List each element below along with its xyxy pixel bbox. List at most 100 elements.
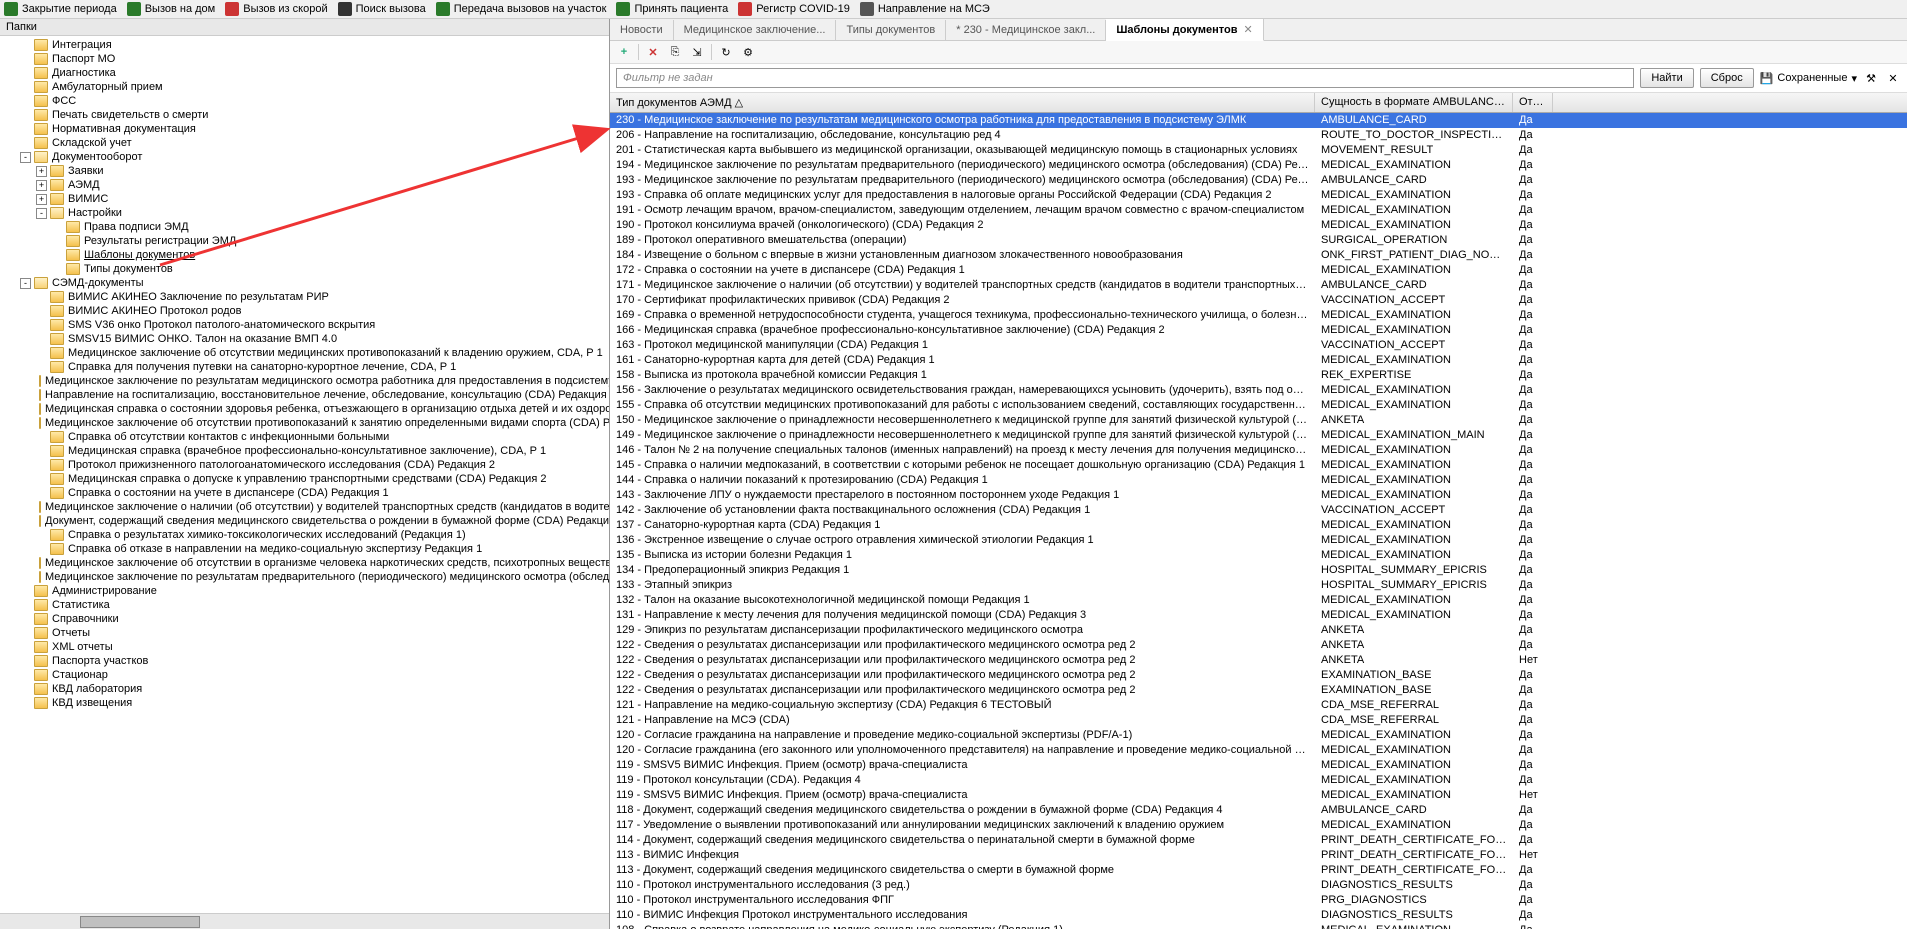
table-row[interactable]: 142 - Заключение об установлении факта п…	[610, 503, 1907, 518]
tree-item[interactable]: Справка об отказе в направлении на медик…	[0, 542, 609, 556]
table-row[interactable]: 136 - Экстренное извещение о случае остр…	[610, 533, 1907, 548]
tree-item[interactable]: Справка об отсутствии контактов с инфекц…	[0, 430, 609, 444]
tree-item[interactable]: Справка о результатах химико-токсикологи…	[0, 528, 609, 542]
tree-item[interactable]: Статистика	[0, 598, 609, 612]
saved-filters[interactable]: 💾 Сохраненные ▾	[1760, 72, 1857, 85]
table-row[interactable]: 172 - Справка о состоянии на учете в дис…	[610, 263, 1907, 278]
tree-item[interactable]: Справка для получения путевки на санатор…	[0, 360, 609, 374]
tree-item[interactable]: Результаты регистрации ЭМД	[0, 234, 609, 248]
table-row[interactable]: 122 - Сведения о результатах диспансериз…	[610, 668, 1907, 683]
settings-button[interactable]: ⚙	[740, 44, 756, 60]
table-row[interactable]: 169 - Справка о временной нетрудоспособн…	[610, 308, 1907, 323]
table-row[interactable]: 133 - Этапный эпикризHOSPITAL_SUMMARY_EP…	[610, 578, 1907, 593]
table-row[interactable]: 150 - Медицинское заключение о принадлеж…	[610, 413, 1907, 428]
tree-item[interactable]: Направление на госпитализацию, восстанов…	[0, 388, 609, 402]
table-row[interactable]: 144 - Справка о наличии показаний к прот…	[610, 473, 1907, 488]
tree-item[interactable]: Медицинская справка (врачебное профессио…	[0, 444, 609, 458]
table-row[interactable]: 137 - Санаторно-курортная карта (CDA) Ре…	[610, 518, 1907, 533]
tree-item[interactable]: Складской учет	[0, 136, 609, 150]
tree-item[interactable]: SMSV15 ВИМИС ОНКО. Талон на оказание ВМП…	[0, 332, 609, 346]
tree-item[interactable]: Паспорта участков	[0, 654, 609, 668]
table-row[interactable]: 171 - Медицинское заключение о наличии (…	[610, 278, 1907, 293]
table-row[interactable]: 193 - Справка об оплате медицинских услу…	[610, 188, 1907, 203]
table-row[interactable]: 108 - Справка о возврате направления на …	[610, 923, 1907, 929]
table-row[interactable]: 194 - Медицинское заключение по результа…	[610, 158, 1907, 173]
tab[interactable]: Типы документов	[836, 20, 946, 40]
table-row[interactable]: 119 - Протокол консультации (CDA). Редак…	[610, 773, 1907, 788]
tool-virus[interactable]: Регистр COVID-19	[738, 2, 850, 16]
col-entity[interactable]: Сущность в формате AMBULANCE_CARD_R...	[1315, 93, 1513, 112]
table-row[interactable]: 149 - Медицинское заключение о принадлеж…	[610, 428, 1907, 443]
find-button[interactable]: Найти	[1640, 68, 1693, 88]
table-row[interactable]: 155 - Справка об отсутствии медицинских …	[610, 398, 1907, 413]
tab[interactable]: Медицинское заключение...	[674, 20, 837, 40]
reset-button[interactable]: Сброс	[1700, 68, 1754, 88]
refresh-button[interactable]: ↻	[718, 44, 734, 60]
table-row[interactable]: 119 - SMSV5 ВИМИС Инфекция. Прием (осмот…	[610, 788, 1907, 803]
tool-person[interactable]: Принять пациента	[616, 2, 728, 16]
tree-item[interactable]: Медицинское заключение о наличии (об отс…	[0, 500, 609, 514]
tree-item[interactable]: Права подписи ЭМД	[0, 220, 609, 234]
tree-item[interactable]: Нормативная документация	[0, 122, 609, 136]
export-button[interactable]: ⇲	[689, 44, 705, 60]
table-row[interactable]: 120 - Согласие гражданина на направление…	[610, 728, 1907, 743]
table-row[interactable]: 161 - Санаторно-курортная карта для дете…	[610, 353, 1907, 368]
tree-item[interactable]: +АЭМД	[0, 178, 609, 192]
table-row[interactable]: 158 - Выписка из протокола врачебной ком…	[610, 368, 1907, 383]
h-scrollbar[interactable]	[0, 913, 609, 929]
tree-item[interactable]: Медицинское заключение об отсутствии про…	[0, 416, 609, 430]
table-row[interactable]: 110 - ВИМИС Инфекция Протокол инструмент…	[610, 908, 1907, 923]
tree-item[interactable]: Медицинское заключение по результатам ме…	[0, 374, 609, 388]
tree-item[interactable]: Медицинское заключение по результатам пр…	[0, 570, 609, 584]
tree-item[interactable]: Медицинское заключение об отсутствии мед…	[0, 346, 609, 360]
table-row[interactable]: 121 - Направление на МСЭ (CDA)CDA_MSE_RE…	[610, 713, 1907, 728]
tree-item[interactable]: Амбулаторный прием	[0, 80, 609, 94]
add-button[interactable]: +	[616, 44, 632, 60]
tool-search[interactable]: Поиск вызова	[338, 2, 426, 16]
tree-item[interactable]: XML отчеты	[0, 640, 609, 654]
table-row[interactable]: 201 - Статистическая карта выбывшего из …	[610, 143, 1907, 158]
expand-icon[interactable]: -	[36, 208, 47, 219]
delete-button[interactable]: ✕	[645, 44, 661, 60]
filter-close[interactable]: ✕	[1885, 70, 1901, 86]
table-row[interactable]: 166 - Медицинская справка (врачебное про…	[610, 323, 1907, 338]
table-row[interactable]: 170 - Сертификат профилактических привив…	[610, 293, 1907, 308]
table-row[interactable]: 122 - Сведения о результатах диспансериз…	[610, 653, 1907, 668]
tree-item[interactable]: +ВИМИС	[0, 192, 609, 206]
table-row[interactable]: 119 - SMSV5 ВИМИС Инфекция. Прием (осмот…	[610, 758, 1907, 773]
table-row[interactable]: 118 - Документ, содержащий сведения меди…	[610, 803, 1907, 818]
tool-cross[interactable]: Вызов из скорой	[225, 2, 327, 16]
table-row[interactable]: 193 - Медицинское заключение по результа…	[610, 173, 1907, 188]
expand-icon[interactable]: -	[20, 152, 31, 163]
expand-icon[interactable]: +	[36, 180, 47, 191]
filter-tool-1[interactable]: ⚒	[1863, 70, 1879, 86]
col-doc-type[interactable]: Тип документов АЭМД △	[610, 93, 1315, 112]
table-row[interactable]: 156 - Заключение о результатах медицинск…	[610, 383, 1907, 398]
tree-item[interactable]: ВИМИС АКИНЕО Протокол родов	[0, 304, 609, 318]
table-row[interactable]: 163 - Протокол медицинской манипуляции (…	[610, 338, 1907, 353]
table-row[interactable]: 121 - Направление на медико-социальную э…	[610, 698, 1907, 713]
table-row[interactable]: 191 - Осмотр лечащим врачом, врачом-спец…	[610, 203, 1907, 218]
tool-forward[interactable]: Передача вызовов на участок	[436, 2, 607, 16]
tree-item[interactable]: Интеграция	[0, 38, 609, 52]
tree-item[interactable]: КВД извещения	[0, 696, 609, 710]
col-display[interactable]: Отобр...	[1513, 93, 1553, 112]
table-row[interactable]: 110 - Протокол инструментального исследо…	[610, 893, 1907, 908]
tool-doc[interactable]: Направление на МСЭ	[860, 2, 990, 16]
table-row[interactable]: 206 - Направление на госпитализацию, обс…	[610, 128, 1907, 143]
tab[interactable]: * 230 - Медицинское закл...	[946, 20, 1106, 40]
table-row[interactable]: 110 - Протокол инструментального исследо…	[610, 878, 1907, 893]
tree-item[interactable]: +Заявки	[0, 164, 609, 178]
tree-item[interactable]: Печать свидетельств о смерти	[0, 108, 609, 122]
tool-lock[interactable]: Закрытие периода	[4, 2, 117, 16]
table-row[interactable]: 114 - Документ, содержащий сведения меди…	[610, 833, 1907, 848]
table-row[interactable]: 131 - Направление к месту лечения для по…	[610, 608, 1907, 623]
tree-item[interactable]: Шаблоны документов	[0, 248, 609, 262]
expand-icon[interactable]: +	[36, 194, 47, 205]
filter-input[interactable]: Фильтр не задан	[616, 68, 1634, 88]
tree-item[interactable]: Документ, содержащий сведения медицинско…	[0, 514, 609, 528]
table-row[interactable]: 189 - Протокол оперативного вмешательств…	[610, 233, 1907, 248]
table-row[interactable]: 132 - Талон на оказание высокотехнологич…	[610, 593, 1907, 608]
tree-item[interactable]: -Документооборот	[0, 150, 609, 164]
tree-item[interactable]: Типы документов	[0, 262, 609, 276]
